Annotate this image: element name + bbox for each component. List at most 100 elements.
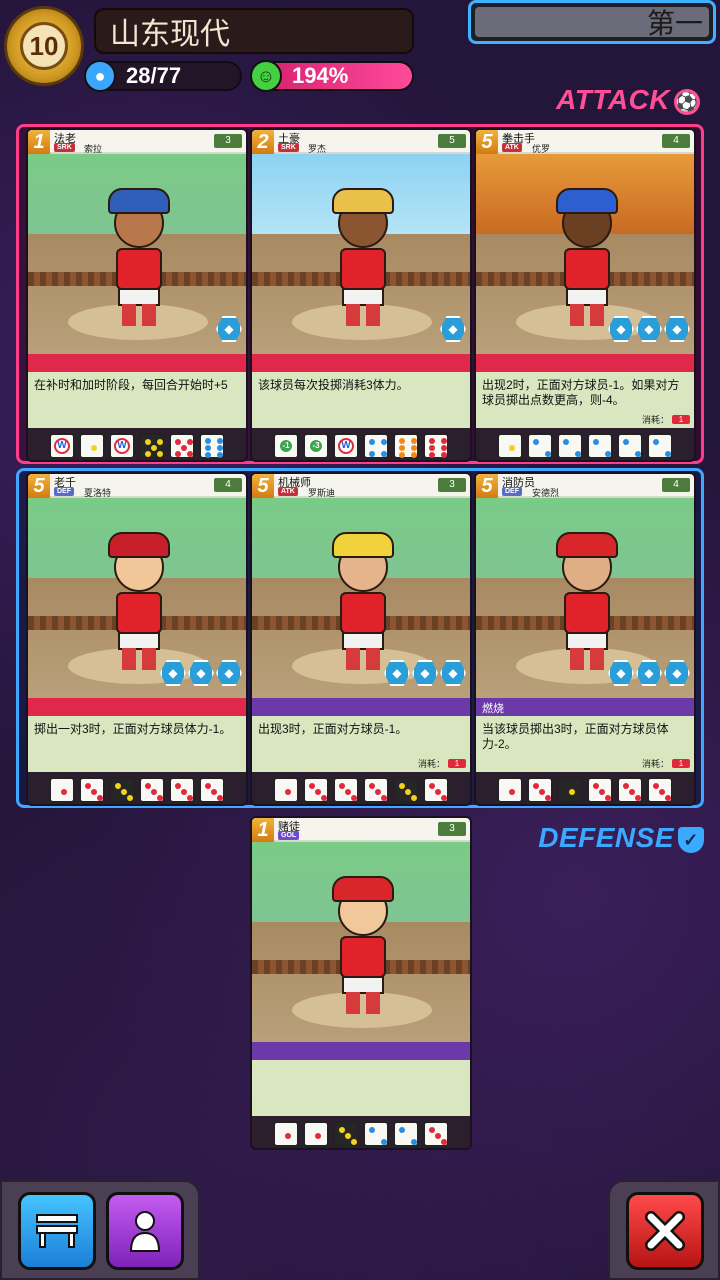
- die-3: [169, 777, 195, 803]
- cost-label: 消耗：: [641, 759, 669, 769]
- dice-row: [252, 774, 470, 804]
- die-3: [109, 777, 135, 803]
- skill-icons: ◆ ◆ ◆: [160, 660, 242, 686]
- die-wild: W: [109, 433, 135, 459]
- card-description: 出现2时，正面对方球员-1。如果对方球员掷出点数更高，则-4。: [482, 378, 680, 407]
- card-cost: 5: [28, 474, 50, 498]
- dice-row: WW: [28, 430, 246, 460]
- members-stat: 28/77 ●: [84, 60, 242, 92]
- card-description: 该球员每次投掷消耗3体力。: [258, 378, 409, 392]
- player-figure: [552, 532, 622, 672]
- card-band: [252, 1042, 470, 1060]
- die-1: [303, 1121, 329, 1147]
- card-header: 5 消防员 DEF 安德烈 4: [476, 474, 694, 498]
- card-description-area: 在补时和加时阶段，每回合开始时+5: [28, 372, 246, 428]
- card-description-area: [252, 1060, 470, 1116]
- bench-button[interactable]: [18, 1192, 96, 1270]
- card-position: SRK: [54, 143, 75, 152]
- die-3: [303, 777, 329, 803]
- card-band: [252, 354, 470, 372]
- card-position: DEF: [54, 487, 74, 496]
- card-position: GOL: [278, 831, 300, 840]
- card-header: 5 机械师 ATK 罗斯迪 3: [252, 474, 470, 498]
- player-figure: [104, 532, 174, 672]
- player-card[interactable]: 1 法老 SRK 索拉 3 ◆ 在补时和加时阶段，每回合开始时+5 W W: [26, 128, 248, 462]
- die-5: [169, 433, 195, 459]
- card-cost: 5: [476, 474, 498, 498]
- close-x-icon: [645, 1211, 685, 1251]
- player-button[interactable]: [106, 1192, 184, 1270]
- pet-skill-icon: ◆: [636, 660, 662, 686]
- die-3: [423, 1121, 449, 1147]
- card-stamina: 3: [438, 822, 466, 836]
- card-position: SRK: [278, 143, 299, 152]
- card-cost: 1: [28, 130, 50, 154]
- pet-skill-icon: ◆: [440, 316, 466, 342]
- pet-skill-icon: ◆: [664, 316, 690, 342]
- pet-skill-icon: ◆: [160, 660, 186, 686]
- dice-row: [28, 774, 246, 804]
- player-card[interactable]: 1 赌徒 GOL 3: [250, 816, 472, 1150]
- player-figure: [328, 532, 398, 672]
- smiley-morale-icon: ☺: [250, 60, 282, 92]
- card-description-area: 该球员每次投掷消耗3体力。: [252, 372, 470, 428]
- card-description: 出现3时，正面对方球员-1。: [258, 722, 408, 736]
- card-header: 5 拳击手 ATK 优罗 4: [476, 130, 694, 154]
- card-stamina: 3: [438, 478, 466, 492]
- card-header: 1 赌徒 GOL 3: [252, 818, 470, 842]
- attack-label: ATTACK ⚽: [556, 84, 700, 115]
- card-band: [28, 354, 246, 372]
- skill-icons: ◆ ◆ ◆: [384, 660, 466, 686]
- dice-row: [252, 1118, 470, 1148]
- player-card[interactable]: 2 土豪 SRK 罗杰 5 ◆ 该球员每次投掷消耗3体力。 -1 -3 W: [250, 128, 472, 462]
- die-3: [423, 777, 449, 803]
- close-button[interactable]: [626, 1192, 704, 1270]
- pet-skill-icon: ◆: [636, 316, 662, 342]
- defense-label: DEFENSE ✓: [538, 822, 704, 854]
- card-cost: 2: [252, 130, 274, 154]
- card-description-area: 当该球员掷出3时，正面对方球员体力-2。 消耗： 1: [476, 716, 694, 772]
- cost-badge: 1: [448, 759, 466, 768]
- pet-skill-icon: ◆: [188, 660, 214, 686]
- card-description-area: 出现2时，正面对方球员-1。如果对方球员掷出点数更高，则-4。 消耗： 1: [476, 372, 694, 428]
- cost-badge: 1: [672, 759, 690, 768]
- rank-box: 第一: [468, 0, 716, 44]
- die-3: [647, 777, 673, 803]
- die-6: [423, 433, 449, 459]
- card-band: [252, 698, 470, 716]
- player-card[interactable]: 5 机械师 ATK 罗斯迪 3 ◆◆◆ 出现3时，正面对方球员-1。 消耗：: [250, 472, 472, 806]
- team-name: 山东现代: [94, 8, 414, 54]
- card-band-text: 燃烧: [482, 703, 504, 715]
- player-card[interactable]: 5 拳击手 ATK 优罗 4 ◆ ◆ ◆ 出现2时，正面对方球员-1。如果对方球员掷…: [474, 128, 696, 462]
- card-band: 燃烧: [476, 698, 694, 716]
- die-2: [363, 1121, 389, 1147]
- level-number: 10: [20, 22, 68, 70]
- die-1: [273, 777, 299, 803]
- card-cost-line: 消耗： 1: [418, 757, 466, 770]
- die-2: [557, 433, 583, 459]
- cost-badge: 1: [672, 415, 690, 424]
- card-cost-line: 消耗： 1: [642, 757, 690, 770]
- card-art: [28, 154, 246, 354]
- pet-skill-icon: ◆: [664, 660, 690, 686]
- rank-text: 第一: [646, 8, 703, 39]
- die-1: [273, 1121, 299, 1147]
- card-description: 当该球员掷出3时，正面对方球员体力-2。: [482, 722, 669, 751]
- player-card[interactable]: 5 老千 DEF 夏洛特 4 ◆ ◆ ◆ 掷出一对3时，正面对方球员体力-1。: [26, 472, 248, 806]
- card-stamina: 4: [662, 134, 690, 148]
- team-members-icon: ●: [84, 60, 116, 92]
- cost-label: 消耗：: [417, 759, 445, 769]
- die-6: [199, 433, 225, 459]
- skill-icons: ◆ ◆ ◆: [608, 660, 690, 686]
- player-card[interactable]: 5 消防员 DEF 安德烈 4 ◆ ◆ ◆ 燃烧 当该球员掷出3时，正面对方球员体力…: [474, 472, 696, 806]
- pet-skill-icon: ◆: [608, 660, 634, 686]
- card-stamina: 4: [662, 478, 690, 492]
- card-description-area: 掷出一对3时，正面对方球员体力-1。: [28, 716, 246, 772]
- die-wild: W: [333, 433, 359, 459]
- die-3: [333, 777, 359, 803]
- skill-icons: ◆ ◆ ◆: [608, 316, 690, 342]
- die-3: [363, 777, 389, 803]
- die-3: [333, 1121, 359, 1147]
- dice-row: -1 -3 W: [252, 430, 470, 460]
- pet-skill-icon: ◆: [608, 316, 634, 342]
